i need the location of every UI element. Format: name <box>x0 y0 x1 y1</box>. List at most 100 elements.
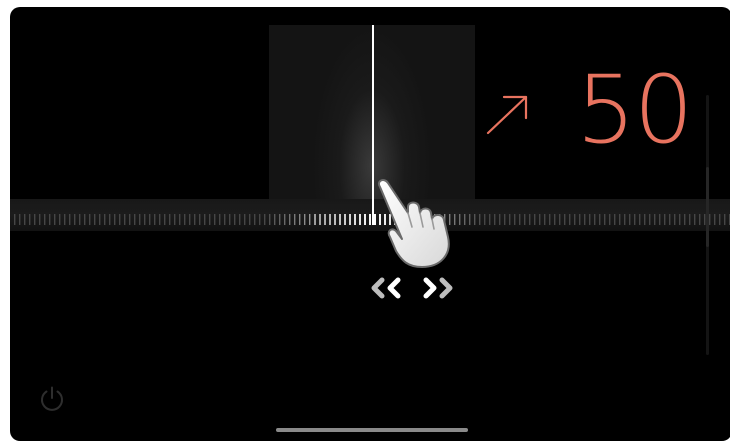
left-right-chevrons-icon <box>371 277 453 299</box>
ruler-tick <box>564 214 566 225</box>
ruler-tick <box>14 214 16 225</box>
ruler-tick <box>249 214 251 225</box>
ruler-tick <box>209 214 211 225</box>
ruler-tick <box>19 214 21 225</box>
ruler-tick <box>159 214 161 225</box>
ruler-tick <box>554 214 556 225</box>
ruler-tick <box>574 214 576 225</box>
ruler-tick <box>584 214 586 225</box>
ruler-tick <box>479 214 481 225</box>
ruler-tick <box>549 214 551 225</box>
ruler-tick <box>664 214 666 225</box>
ruler-tick <box>104 214 106 225</box>
ruler-tick <box>489 214 491 225</box>
ruler-tick <box>364 214 366 225</box>
ruler-tick <box>674 214 676 225</box>
ruler-tick <box>204 214 206 225</box>
ruler-tick <box>569 214 571 225</box>
ruler-tick <box>724 214 726 225</box>
ruler-tick <box>659 214 661 225</box>
ruler-tick <box>69 214 71 225</box>
ruler-tick <box>184 214 186 225</box>
ruler-tick <box>154 214 156 225</box>
ruler-tick <box>244 214 246 225</box>
ruler-tick <box>99 214 101 225</box>
ruler-tick <box>714 214 716 225</box>
ruler-tick <box>259 214 261 225</box>
ruler-tick <box>474 214 476 225</box>
ruler-tick <box>694 214 696 225</box>
power-icon[interactable] <box>38 385 66 413</box>
ruler-tick <box>234 214 236 225</box>
ruler-tick <box>59 214 61 225</box>
ruler-tick <box>349 214 351 225</box>
ruler-tick <box>644 214 646 225</box>
ruler-tick <box>79 214 81 225</box>
ruler-tick <box>284 214 286 225</box>
ruler-tick <box>254 214 256 225</box>
ruler-tick <box>359 214 361 225</box>
ruler-tick <box>279 214 281 225</box>
value-readout: 50 <box>576 56 694 165</box>
ruler-tick <box>54 214 56 225</box>
ruler-tick <box>144 214 146 225</box>
scroll-thumb[interactable] <box>706 167 709 247</box>
ruler-tick <box>499 214 501 225</box>
ruler-tick <box>224 214 226 225</box>
ruler-tick <box>94 214 96 225</box>
ruler-tick <box>524 214 526 225</box>
ruler-tick <box>624 214 626 225</box>
ruler-tick <box>109 214 111 225</box>
ruler-tick <box>619 214 621 225</box>
ruler-tick <box>339 214 341 225</box>
ruler-tick <box>539 214 541 225</box>
ruler-tick <box>199 214 201 225</box>
ruler-tick <box>699 214 701 225</box>
ruler-tick <box>334 214 336 225</box>
ruler-tick <box>239 214 241 225</box>
ruler-tick <box>34 214 36 225</box>
ruler-tick <box>639 214 641 225</box>
ruler-tick <box>684 214 686 225</box>
ruler-tick <box>614 214 616 225</box>
ruler-tick <box>344 214 346 225</box>
ruler-tick <box>679 214 681 225</box>
ruler-tick <box>329 214 331 225</box>
ruler-tick <box>544 214 546 225</box>
ruler-tick <box>114 214 116 225</box>
ruler-tick <box>599 214 601 225</box>
ruler-tick <box>464 214 466 225</box>
ruler-tick <box>719 214 721 225</box>
arrow-up-right-icon <box>486 95 528 135</box>
ruler-tick <box>24 214 26 225</box>
ruler-tick <box>709 214 711 225</box>
ruler-tick <box>39 214 41 225</box>
ruler-tick <box>84 214 86 225</box>
ruler-tick <box>179 214 181 225</box>
ruler-tick <box>169 214 171 225</box>
ruler-tick <box>134 214 136 225</box>
ruler-tick <box>484 214 486 225</box>
ruler-tick <box>319 214 321 225</box>
ruler-tick <box>49 214 51 225</box>
ruler-tick <box>609 214 611 225</box>
ruler-tick <box>74 214 76 225</box>
ruler-tick <box>164 214 166 225</box>
ruler-tick <box>509 214 511 225</box>
ruler-tick <box>194 214 196 225</box>
ruler-tick <box>304 214 306 225</box>
ruler-tick <box>229 214 231 225</box>
home-indicator[interactable] <box>276 428 468 432</box>
ruler-tick <box>629 214 631 225</box>
ruler-tick <box>309 214 311 225</box>
ruler-tick <box>469 214 471 225</box>
ruler-tick <box>89 214 91 225</box>
ruler-tick <box>459 214 461 225</box>
ruler-tick <box>274 214 276 225</box>
ruler-tick <box>534 214 536 225</box>
ruler-tick <box>649 214 651 225</box>
ruler-tick <box>124 214 126 225</box>
ruler-tick <box>559 214 561 225</box>
ruler-tick <box>529 214 531 225</box>
pointing-hand-icon <box>378 179 450 268</box>
